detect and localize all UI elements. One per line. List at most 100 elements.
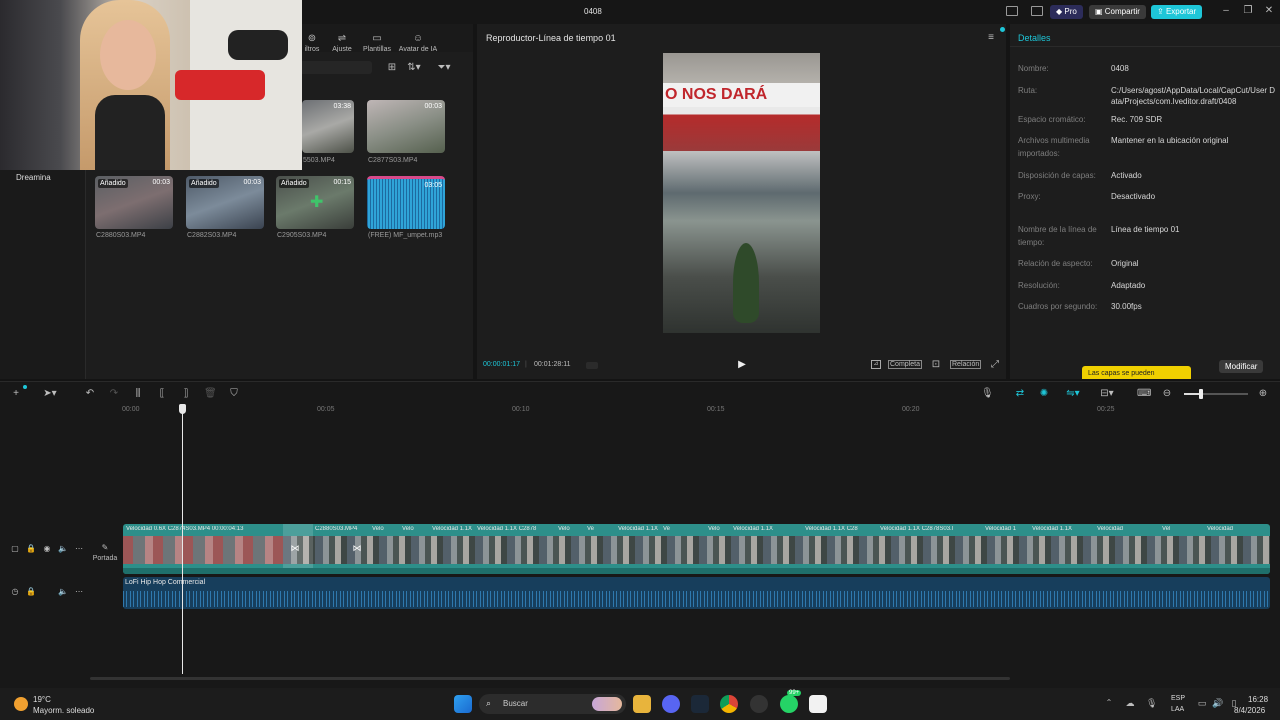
preview-axis-icon[interactable]: ⊟▾ xyxy=(1094,388,1120,400)
windows-start-icon[interactable] xyxy=(454,695,472,713)
sort-icon[interactable]: ⇅▾ xyxy=(404,62,424,73)
audio-track-icon[interactable]: ◷ xyxy=(10,587,20,596)
close-icon[interactable]: ✕ xyxy=(1263,5,1275,16)
grid-view-icon[interactable]: ⊞ xyxy=(386,62,398,73)
zoom-handle[interactable] xyxy=(1199,389,1203,399)
capcut-icon[interactable] xyxy=(809,695,827,713)
monitor-icon[interactable]: ▭ xyxy=(1196,698,1208,709)
plant xyxy=(733,243,759,323)
split-right-icon[interactable]: ⟧ xyxy=(180,388,192,400)
discord-icon[interactable] xyxy=(662,695,680,713)
layout-icon[interactable] xyxy=(1006,6,1018,16)
media-thumb[interactable]: 03:38 xyxy=(302,100,354,153)
transition-icon[interactable]: ⋈ xyxy=(351,543,363,554)
add-icon[interactable]: + xyxy=(10,388,22,400)
segment-label: Velo xyxy=(558,526,570,532)
keyboard-icon[interactable] xyxy=(1031,6,1043,16)
mic-tray-icon[interactable]: 🎙 xyxy=(1146,698,1157,709)
templates-icon: ▭ xyxy=(372,33,382,44)
search-box[interactable]: ⌕ Buscar xyxy=(479,694,626,714)
media-thumb[interactable]: Añadido 00:03 xyxy=(186,176,264,229)
media-search-input[interactable] xyxy=(300,61,372,74)
pro-button[interactable]: ◆ Pro xyxy=(1050,5,1083,19)
lock-icon[interactable]: 🔒 xyxy=(26,587,36,596)
lang-top[interactable]: ESP xyxy=(1171,695,1185,702)
audio-thumb[interactable]: 03:05 xyxy=(367,176,445,229)
video-preview[interactable]: O NOS DARÁ xyxy=(663,53,820,333)
adjust-tab[interactable]: ⇌ Ajuste xyxy=(329,28,355,53)
whatsapp-icon[interactable] xyxy=(780,695,798,713)
search-highlight-icon xyxy=(592,697,622,711)
clock-date[interactable]: 8/4/2026 xyxy=(1234,706,1265,715)
modify-button[interactable]: Modificar xyxy=(1219,360,1264,373)
detail-label: Ruta: xyxy=(1018,86,1038,95)
microphone-icon[interactable]: 🎙 xyxy=(981,388,994,400)
zoom-in-icon[interactable]: ⊕ xyxy=(1257,388,1269,400)
playhead[interactable] xyxy=(182,412,183,674)
split-left-icon[interactable]: ⟦ xyxy=(156,388,168,400)
speaker-icon[interactable]: 🔊 xyxy=(1212,698,1224,709)
volume-icon[interactable]: 🔈 xyxy=(58,587,68,596)
share-button[interactable]: ▣ Compartir xyxy=(1089,5,1146,19)
filter-icon[interactable]: ⏷▾ xyxy=(434,62,454,73)
more-icon[interactable]: ⋯ xyxy=(74,587,84,596)
segment-label: Velocidad 1.1X xyxy=(432,526,472,532)
snapshot-icon[interactable]: ⊡ xyxy=(930,359,942,370)
network-tray-icon[interactable]: ☁ xyxy=(1124,698,1136,709)
adjust-icon: ⇌ xyxy=(337,33,347,44)
play-icon[interactable]: ▶ xyxy=(736,359,748,370)
magnet-icon[interactable]: ✺ xyxy=(1038,388,1050,400)
maximize-icon[interactable]: ❐ xyxy=(1242,5,1254,16)
dot-indicator xyxy=(1000,27,1005,32)
undo-icon[interactable]: ↶ xyxy=(84,388,96,400)
lang-bottom[interactable]: LAA xyxy=(1171,706,1184,713)
transition-icon[interactable]: ⋈ xyxy=(289,543,301,554)
track-lock-icon[interactable]: ▢ xyxy=(10,544,20,553)
split-icon[interactable]: ⫼ xyxy=(132,388,144,400)
delete-icon[interactable]: 🗑 xyxy=(204,388,217,400)
media-thumb[interactable]: 00:03 xyxy=(367,100,445,153)
avatar-icon: ☺ xyxy=(412,33,424,44)
full-button[interactable]: Completa xyxy=(888,360,922,369)
media-thumb[interactable]: Añadido 00:03 xyxy=(95,176,173,229)
clock-time[interactable]: 16:28 xyxy=(1248,695,1268,704)
lock-icon[interactable]: 🔒 xyxy=(26,544,36,553)
file-explorer-icon[interactable] xyxy=(633,695,651,713)
chrome-icon[interactable] xyxy=(720,695,738,713)
timeline-scrollbar[interactable] xyxy=(90,677,1010,680)
segment-label: Vel xyxy=(1162,526,1171,532)
eye-icon[interactable]: ◉ xyxy=(42,544,52,553)
detail-value: C:/Users/agost/AppData/Local/CapCut/User… xyxy=(1111,86,1276,106)
cover-button[interactable]: ✎ Portada xyxy=(90,537,120,563)
detail-value: Activado xyxy=(1111,171,1142,180)
video-frames-first xyxy=(123,536,283,564)
more-icon[interactable]: ⋯ xyxy=(74,544,84,553)
caption-icon[interactable]: ⌨ xyxy=(1137,388,1151,400)
fullscreen-icon[interactable]: ⤢ xyxy=(989,359,1001,370)
filters-tab[interactable]: ⊚ iltros xyxy=(300,28,324,53)
ai-avatar-tab[interactable]: ☺ Avatar de IA xyxy=(397,28,439,53)
zoom-out-icon[interactable]: ⊖ xyxy=(1161,388,1173,400)
detail-label: Proxy: xyxy=(1018,192,1041,201)
snap-icon[interactable]: ⇋▾ xyxy=(1060,388,1086,400)
playhead-handle[interactable] xyxy=(179,404,186,414)
capcut-record-icon[interactable] xyxy=(750,695,768,713)
export-button[interactable]: ⇪ Exportar xyxy=(1151,5,1203,19)
menu-icon[interactable]: ≡ xyxy=(985,32,997,43)
shield-icon[interactable]: ⛉ xyxy=(228,388,240,400)
select-tool-icon[interactable]: ➤▾ xyxy=(38,388,62,400)
link-icon[interactable]: ⇄ xyxy=(1014,388,1026,400)
steam-icon[interactable] xyxy=(691,695,709,713)
crop-icon[interactable]: ⊿ xyxy=(871,360,881,369)
ratio-button[interactable]: Relación xyxy=(950,360,982,369)
minimize-icon[interactable]: – xyxy=(1220,5,1232,16)
grid-toggle[interactable] xyxy=(586,362,598,369)
media-thumb[interactable]: Añadido 00:15 ✚ xyxy=(276,176,354,229)
audio-track[interactable] xyxy=(123,577,1270,609)
sidebar-item-dreamina[interactable]: Dreamina xyxy=(16,173,51,182)
segment-label: Velo xyxy=(372,526,384,532)
volume-icon[interactable]: 🔈 xyxy=(58,544,68,553)
redo-icon[interactable]: ↷ xyxy=(108,388,120,400)
chevron-up-icon[interactable]: ⌃ xyxy=(1104,698,1114,707)
templates-tab[interactable]: ▭ Plantillas xyxy=(361,28,393,53)
